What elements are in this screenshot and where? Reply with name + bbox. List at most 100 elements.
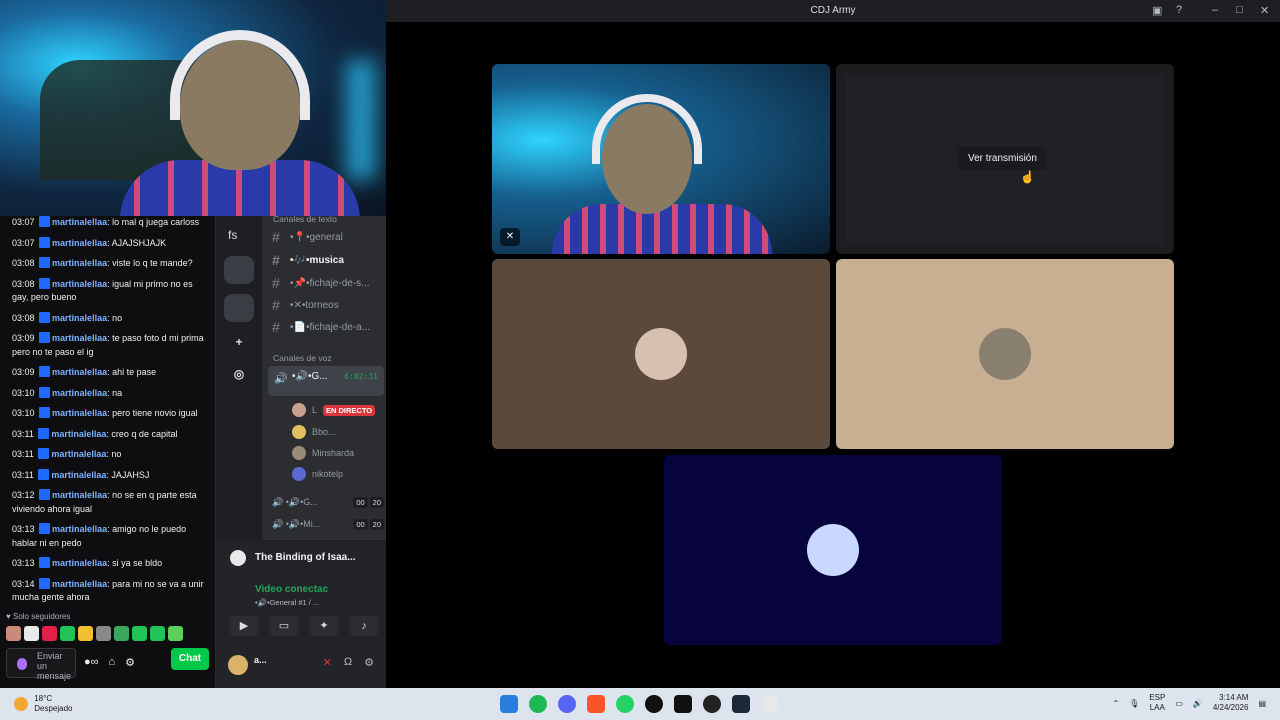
channel-fichaje-a[interactable]: # •📄•fichaje-de-a... xyxy=(272,317,384,337)
channel-general[interactable]: # •📍•general xyxy=(272,227,384,247)
emote-icon[interactable] xyxy=(6,626,21,641)
message-user[interactable]: martinalellaa xyxy=(52,367,107,377)
screen-share-icon[interactable]: ▭ xyxy=(270,616,298,636)
app-icon[interactable] xyxy=(703,695,721,713)
active-voice-channel[interactable]: 🔊 •🔊•G... 6:02:31 xyxy=(268,366,384,396)
emote-icon[interactable] xyxy=(114,626,129,641)
discord-icon[interactable] xyxy=(558,695,576,713)
video-tile-camera[interactable]: ✕ xyxy=(492,64,830,254)
server-abbrev[interactable]: fs xyxy=(228,228,237,242)
maximize-icon[interactable]: □ xyxy=(1236,4,1243,16)
language-indicator[interactable]: ESP LAA xyxy=(1149,693,1165,713)
emote-icon[interactable] xyxy=(24,626,39,641)
voice-status: Video conectac xyxy=(255,584,329,595)
minimize-icon[interactable]: – xyxy=(1212,4,1218,16)
popout-icon[interactable]: ▣ xyxy=(1152,4,1162,17)
voice-user[interactable]: L EN DIRECTO xyxy=(292,401,376,419)
whatsapp-icon[interactable] xyxy=(616,695,634,713)
voice-category[interactable]: Canales de voz xyxy=(273,353,332,363)
emote-icon[interactable] xyxy=(96,626,111,641)
chevron-up-icon[interactable]: ⌃ xyxy=(1112,699,1119,708)
message-time: 03:13 xyxy=(12,558,35,568)
channel-fichaje-s[interactable]: # •📌•fichaje-de-s... xyxy=(272,273,384,293)
badge-icon xyxy=(39,332,51,343)
emote-icon[interactable] xyxy=(168,626,183,641)
soundboard-icon[interactable]: ♪ xyxy=(350,616,378,636)
emote-icon[interactable] xyxy=(78,626,93,641)
message-time: 03:14 xyxy=(12,578,35,589)
message-user[interactable]: martinalellaa xyxy=(52,238,107,248)
chat-send-button[interactable]: Chat xyxy=(171,648,209,670)
voice-channel-path[interactable]: •🔊•General #1 / ... xyxy=(255,598,319,607)
bits-icon[interactable]: ●∞ xyxy=(84,656,99,669)
user-count: 00 20 xyxy=(353,496,384,508)
emote-icon[interactable] xyxy=(150,626,165,641)
video-tile-stream[interactable]: Ver transmisión ☝ xyxy=(836,64,1174,254)
emote-icon[interactable] xyxy=(132,626,147,641)
message-user[interactable]: martinalellaa xyxy=(52,258,107,268)
help-icon[interactable]: ? xyxy=(1176,4,1182,16)
clock[interactable]: 3:14 AM 4/24/2026 xyxy=(1213,693,1249,713)
avatar[interactable] xyxy=(228,655,248,675)
spotify-icon[interactable] xyxy=(529,695,547,713)
voice-user[interactable]: nikotelp xyxy=(292,465,343,483)
message-time: 03:09 xyxy=(12,367,35,377)
badge-icon xyxy=(39,489,51,500)
capcut-icon[interactable] xyxy=(674,695,692,713)
message-user[interactable]: martinalellaa xyxy=(52,333,107,343)
brave-icon[interactable] xyxy=(587,695,605,713)
voice-user[interactable]: Bbo... xyxy=(292,423,336,441)
message-user[interactable]: martinalellaa xyxy=(51,429,106,439)
explore-icon[interactable]: ◎ xyxy=(231,366,247,382)
mic-icon[interactable] xyxy=(17,658,27,670)
message-user[interactable]: martinalellaa xyxy=(52,524,107,534)
watch-stream-button[interactable]: Ver transmisión xyxy=(958,147,1047,170)
message-user[interactable]: martinalellaa xyxy=(52,279,107,289)
chat-input[interactable]: Enviar un mensaje xyxy=(6,648,76,681)
channel-torneos[interactable]: # •✕•torneos xyxy=(272,295,384,315)
video-tile-user[interactable] xyxy=(836,259,1174,449)
message-user[interactable]: martinalellaa xyxy=(52,558,107,568)
start-icon[interactable] xyxy=(500,695,518,713)
steam-icon[interactable] xyxy=(732,695,750,713)
message-user[interactable]: martinalellaa xyxy=(52,388,107,398)
voice-channel[interactable]: 🔊 •🔊•G... 00 20 xyxy=(272,493,384,511)
headset-icon[interactable]: Ω xyxy=(344,656,352,669)
volume-icon[interactable]: 🔊 xyxy=(1193,699,1203,708)
message-user[interactable]: martinalellaa xyxy=(52,313,107,323)
mic-icon[interactable]: 🎙 xyxy=(1129,699,1139,708)
settings-icon[interactable]: ⚙ xyxy=(364,656,374,669)
camera-icon[interactable]: ▶ xyxy=(230,616,258,636)
message-user[interactable]: martinalellaa xyxy=(51,470,106,480)
close-icon[interactable]: ✕ xyxy=(1260,4,1269,17)
avatar xyxy=(807,524,859,576)
add-server-icon[interactable]: + xyxy=(231,334,247,350)
mic-muted-icon[interactable]: ✕ xyxy=(323,656,332,669)
message-user[interactable]: martinalellaa xyxy=(52,217,107,227)
obs-icon[interactable] xyxy=(645,695,663,713)
emote-icon[interactable] xyxy=(60,626,75,641)
notification-icon[interactable]: ▤ xyxy=(1258,699,1266,708)
message-user[interactable]: martinalellaa xyxy=(52,579,107,589)
network-icon[interactable]: ▭ xyxy=(1175,699,1183,708)
text-category[interactable]: Canales de texto xyxy=(273,214,337,224)
settings-icon[interactable]: ⚙ xyxy=(125,656,135,669)
message-time: 03:11 xyxy=(12,469,34,480)
message-user[interactable]: martinalellaa xyxy=(52,490,107,500)
weather-widget[interactable]: 18°C Despejado xyxy=(14,694,72,714)
store-icon[interactable]: ⌂ xyxy=(109,656,116,669)
activities-icon[interactable]: ✦ xyxy=(310,616,338,636)
video-tile-user[interactable] xyxy=(492,259,830,449)
channel-musica[interactable]: # •🎶•musica xyxy=(272,250,384,270)
voice-user[interactable]: Minsharda xyxy=(292,444,354,462)
voice-channel[interactable]: 🔊 •🔊•Mi... 00 20 xyxy=(272,515,384,533)
game-icon[interactable] xyxy=(761,695,779,713)
voice-user-name: L xyxy=(312,405,318,415)
message-user[interactable]: martinalellaa xyxy=(51,449,106,459)
activity-bar[interactable]: The Binding of Isaa... xyxy=(216,540,386,574)
video-tile-user[interactable] xyxy=(664,455,1002,645)
server-icon[interactable] xyxy=(224,294,254,322)
message-user[interactable]: martinalellaa xyxy=(52,408,107,418)
server-icon[interactable] xyxy=(224,256,254,284)
emote-icon[interactable] xyxy=(42,626,57,641)
